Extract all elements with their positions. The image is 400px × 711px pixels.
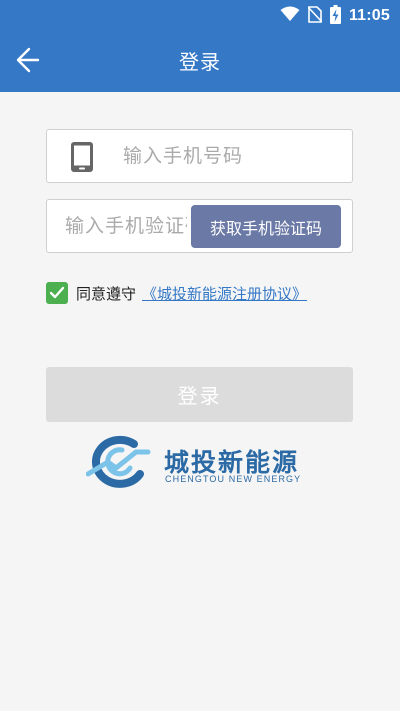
phone-field bbox=[46, 129, 353, 183]
wifi-icon bbox=[280, 6, 300, 26]
brand-mark-icon bbox=[86, 435, 151, 488]
battery-charging-icon bbox=[329, 4, 341, 28]
app-header: 登录 bbox=[0, 32, 400, 92]
verification-code-field: 获取手机验证码 bbox=[46, 199, 353, 253]
verification-code-input[interactable] bbox=[65, 200, 187, 252]
page-title: 登录 bbox=[179, 50, 221, 74]
login-button[interactable]: 登录 bbox=[46, 367, 353, 422]
get-code-button[interactable]: 获取手机验证码 bbox=[191, 205, 341, 248]
mobile-phone-icon bbox=[71, 142, 93, 172]
check-icon bbox=[49, 286, 65, 299]
brand-logo: 城投新能源 CHENGTOU NEW ENERGY bbox=[86, 434, 316, 490]
status-time: 11:05 bbox=[348, 7, 390, 24]
agreement-row: 同意遵守 《城投新能源注册协议》 bbox=[46, 281, 307, 305]
status-bar: 11:05 bbox=[0, 0, 400, 32]
status-icons: 11:05 bbox=[280, 4, 390, 28]
agreement-label: 同意遵守 bbox=[76, 284, 137, 303]
brand-name-en: CHENGTOU NEW ENERGY bbox=[165, 474, 302, 484]
agreement-checkbox[interactable] bbox=[46, 282, 68, 304]
no-sim-icon bbox=[307, 5, 323, 27]
agreement-link[interactable]: 《城投新能源注册协议》 bbox=[142, 283, 307, 304]
phone-input[interactable] bbox=[123, 130, 343, 182]
